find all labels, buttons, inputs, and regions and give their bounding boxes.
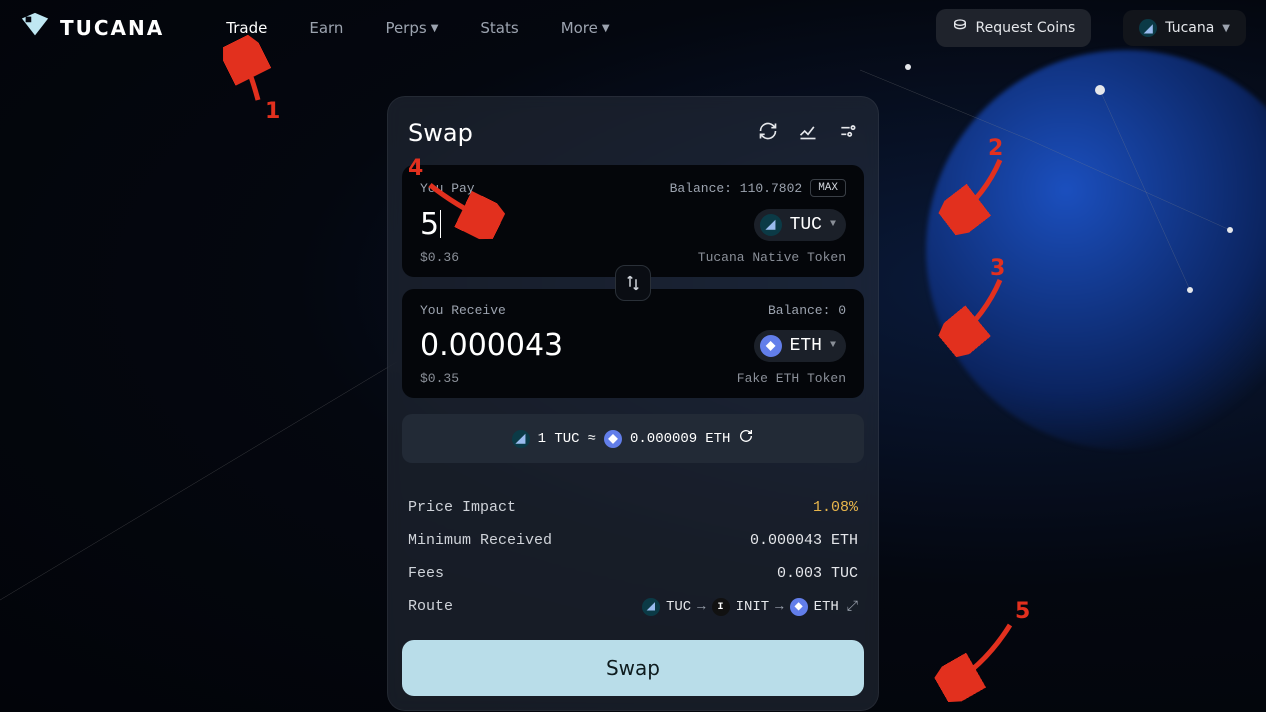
svg-text:5: 5	[1015, 599, 1030, 624]
receive-usd: $0.35	[420, 371, 459, 386]
price-impact-value: 1.08%	[813, 499, 858, 516]
swap-button[interactable]: Swap	[402, 640, 864, 696]
chevron-down-icon: ▼	[830, 340, 836, 351]
pay-token-select[interactable]: ◢ TUC ▼	[754, 209, 846, 241]
fees-label: Fees	[408, 565, 444, 582]
network-icon: ◢	[1139, 19, 1157, 37]
route-label: Route	[408, 598, 453, 616]
eth-token-icon: ◆	[790, 598, 808, 616]
chevron-down-icon: ▼	[1222, 23, 1230, 34]
you-receive-label: You Receive	[420, 303, 506, 318]
expand-route-icon[interactable]: ⤢	[847, 599, 858, 615]
svg-text:1: 1	[265, 99, 280, 124]
arrow-right-icon: →	[775, 599, 783, 615]
network-select[interactable]: ◢ Tucana ▼	[1123, 10, 1246, 46]
coins-icon	[952, 18, 968, 38]
chevron-down-icon: ▼	[830, 219, 836, 230]
pay-balance: Balance: 110.7802	[670, 181, 803, 196]
you-receive-panel: You Receive Balance: 0 0.000043 ◆ ETH ▼ …	[402, 289, 864, 398]
top-nav: TUCANA Trade Earn Perps▼ Stats More▼ Req…	[0, 0, 1266, 56]
min-received-label: Minimum Received	[408, 532, 552, 549]
swap-details: Price Impact 1.08% Minimum Received 0.00…	[402, 491, 864, 624]
pay-token-desc: Tucana Native Token	[698, 250, 846, 265]
you-pay-label: You Pay	[420, 181, 475, 196]
brand: TUCANA	[20, 11, 164, 46]
tuc-token-icon: ◢	[512, 430, 530, 448]
route-path: ◢ TUC → I INIT → ◆ ETH ⤢	[642, 598, 858, 616]
receive-amount: 0.000043	[420, 328, 563, 363]
pay-amount-input[interactable]: 5	[420, 207, 441, 242]
receive-balance: Balance: 0	[768, 303, 846, 318]
tuc-token-icon: ◢	[642, 598, 660, 616]
swap-card: Swap You Pay Balance: 110.7802 MAX 5	[387, 96, 879, 711]
settings-icon[interactable]	[838, 121, 858, 146]
brand-name: TUCANA	[60, 16, 164, 40]
nav-stats[interactable]: Stats	[480, 19, 518, 37]
nav-more[interactable]: More▼	[561, 19, 610, 37]
init-token-icon: I	[712, 598, 730, 616]
chevron-down-icon: ▼	[431, 23, 439, 34]
rate-refresh-icon[interactable]	[738, 428, 754, 449]
nav-perps[interactable]: Perps▼	[385, 19, 438, 37]
swap-direction-button[interactable]	[615, 265, 651, 301]
receive-token-desc: Fake ETH Token	[737, 371, 846, 386]
brand-logo-icon	[20, 11, 50, 46]
chart-icon[interactable]	[798, 121, 818, 146]
chevron-down-icon: ▼	[602, 23, 610, 34]
request-coins-button[interactable]: Request Coins	[936, 9, 1092, 47]
rate-box: ◢ 1 TUC ≈ ◆ 0.000009 ETH	[402, 414, 864, 463]
price-impact-label: Price Impact	[408, 499, 516, 516]
max-button[interactable]: MAX	[810, 179, 846, 197]
svg-text:3: 3	[990, 256, 1005, 281]
fees-value: 0.003 TUC	[777, 565, 858, 582]
refresh-icon[interactable]	[758, 121, 778, 146]
nav-links: Trade Earn Perps▼ Stats More▼	[226, 19, 609, 37]
min-received-value: 0.000043 ETH	[750, 532, 858, 549]
pay-usd: $0.36	[420, 250, 459, 265]
you-pay-panel: You Pay Balance: 110.7802 MAX 5 ◢ TUC ▼ …	[402, 165, 864, 277]
tuc-token-icon: ◢	[760, 214, 782, 236]
nav-earn[interactable]: Earn	[309, 19, 343, 37]
arrow-right-icon: →	[697, 599, 705, 615]
eth-token-icon: ◆	[604, 430, 622, 448]
nav-trade[interactable]: Trade	[226, 19, 267, 37]
receive-token-select[interactable]: ◆ ETH ▼	[754, 330, 846, 362]
eth-token-icon: ◆	[760, 335, 782, 357]
svg-text:2: 2	[988, 136, 1003, 161]
card-title: Swap	[408, 119, 473, 147]
